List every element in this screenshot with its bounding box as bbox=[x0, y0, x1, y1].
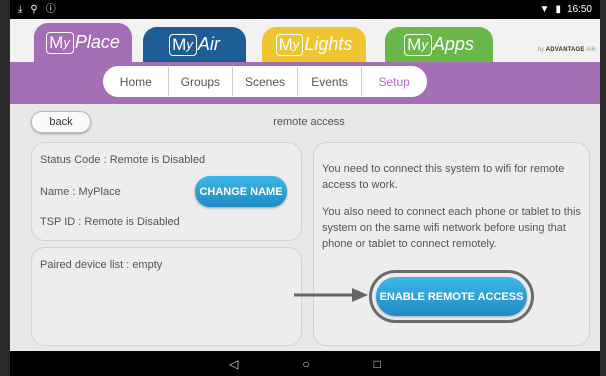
wifi-requirement-text: You need to connect this system to wifi … bbox=[322, 163, 565, 191]
subnav-groups[interactable]: Groups bbox=[169, 67, 234, 96]
tab-myair-logo-box: My bbox=[169, 33, 197, 56]
app-frame: ⤓ ⚲ ⓘ ▼ ▮ 16:50 My Place My Air My Light… bbox=[10, 0, 600, 376]
tab-myplace-label: Place bbox=[74, 32, 120, 52]
name-text: Name : MyPlace bbox=[40, 186, 121, 198]
usb-icon: ⚲ bbox=[30, 3, 38, 15]
subnav-events[interactable]: Events bbox=[298, 67, 363, 96]
main-content: remote access back Status Code : Remote … bbox=[10, 104, 600, 351]
clock: 16:50 bbox=[566, 4, 592, 15]
sub-navigation: Home Groups Scenes Events Setup bbox=[10, 62, 600, 104]
change-name-button[interactable]: CHANGE NAME bbox=[195, 176, 287, 207]
enable-remote-access-button[interactable]: ENABLE REMOTE ACCESS bbox=[376, 277, 527, 316]
back-icon[interactable]: ◁ bbox=[229, 357, 238, 371]
info-icon: ⓘ bbox=[45, 3, 56, 15]
tab-myplace[interactable]: My Place bbox=[34, 23, 132, 62]
subnav-setup[interactable]: Setup bbox=[362, 67, 426, 96]
brand-logo: by ADVANTAGE AIR bbox=[537, 47, 596, 53]
tab-mylights-label: Lights bbox=[304, 34, 353, 54]
android-nav-bar: ◁ ○ □ bbox=[10, 351, 600, 376]
subnav-home[interactable]: Home bbox=[104, 67, 169, 96]
enable-button-highlight: ENABLE REMOTE ACCESS bbox=[369, 270, 534, 323]
tab-myair[interactable]: My Air bbox=[143, 27, 246, 62]
recents-icon[interactable]: □ bbox=[374, 357, 381, 371]
home-icon[interactable]: ○ bbox=[302, 357, 309, 371]
paired-device-list-text: Paired device list : empty bbox=[40, 259, 163, 271]
tab-mylights-logo-box: My bbox=[275, 33, 304, 56]
tab-myplace-logo-box: My bbox=[46, 31, 74, 54]
device-requirement-text: You also need to connect each phone or t… bbox=[322, 206, 581, 250]
tab-mylights[interactable]: My Lights bbox=[262, 27, 366, 62]
tab-myair-label: Air bbox=[197, 34, 220, 54]
remote-info-panel: You need to connect this system to wifi … bbox=[313, 142, 590, 346]
tsp-id-text: TSP ID : Remote is Disabled bbox=[40, 216, 180, 228]
back-button[interactable]: back bbox=[31, 111, 91, 133]
paired-devices-panel: Paired device list : empty bbox=[31, 247, 302, 346]
page-title: remote access bbox=[273, 116, 345, 128]
wifi-icon: ▼ bbox=[539, 3, 550, 15]
app-header: My Place My Air My Lights My Apps by ADV… bbox=[10, 19, 600, 62]
tab-myapps-logo-box: My bbox=[404, 33, 432, 56]
battery-icon: ▮ bbox=[555, 3, 561, 15]
download-icon: ⤓ bbox=[18, 3, 23, 15]
right-bezel bbox=[600, 0, 606, 376]
tab-myapps-label: Apps bbox=[432, 34, 474, 54]
status-code-text: Status Code : Remote is Disabled bbox=[40, 154, 206, 166]
subnav-scenes[interactable]: Scenes bbox=[233, 67, 298, 96]
status-panel: Status Code : Remote is Disabled Name : … bbox=[31, 142, 302, 241]
left-bezel bbox=[0, 0, 10, 376]
subnav-pill: Home Groups Scenes Events Setup bbox=[103, 66, 427, 97]
status-bar: ⤓ ⚲ ⓘ ▼ ▮ 16:50 bbox=[10, 0, 600, 19]
pointer-arrow-icon bbox=[294, 288, 368, 302]
tab-myapps[interactable]: My Apps bbox=[385, 27, 493, 62]
